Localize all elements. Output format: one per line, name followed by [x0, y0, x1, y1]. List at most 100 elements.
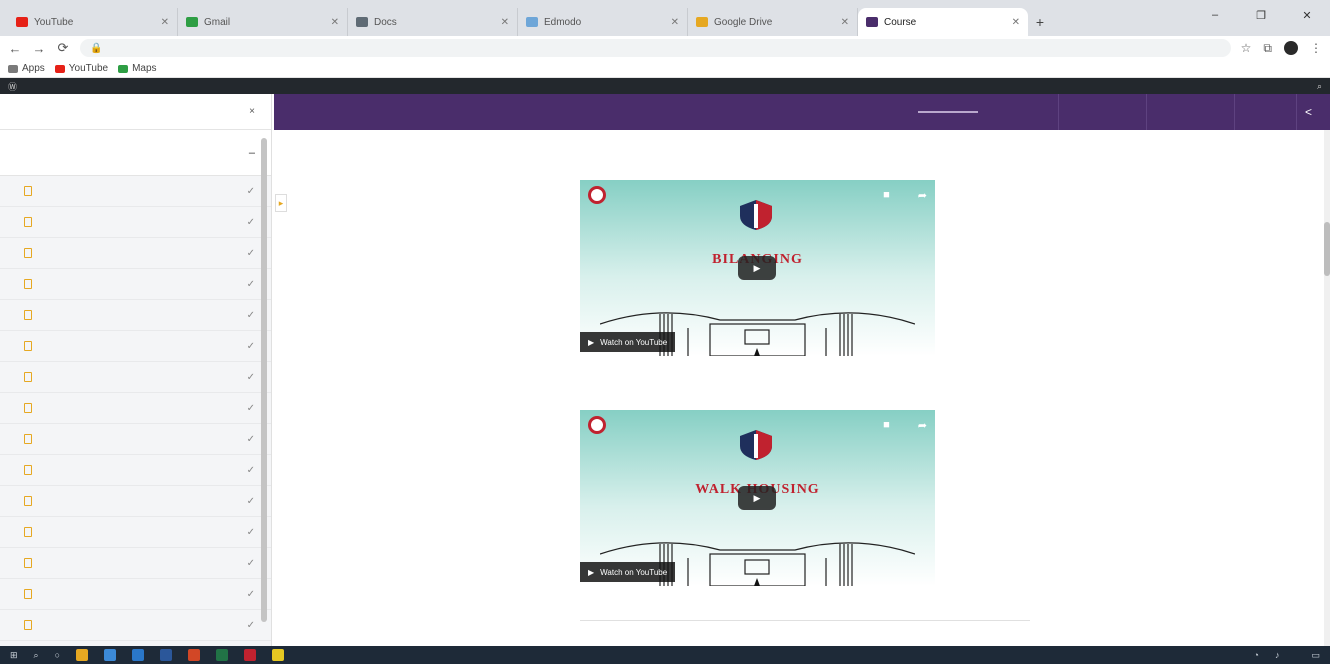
share-icon[interactable]: ➦ [918, 189, 927, 202]
text-line [580, 390, 1040, 404]
check-icon: ✓ [246, 340, 255, 352]
task-view-icon[interactable]: ○ [55, 650, 60, 660]
maps-icon [118, 64, 129, 73]
chrome-icon[interactable] [104, 649, 117, 661]
browser-tab[interactable]: Edmodo ✕ [518, 8, 688, 36]
url-input[interactable]: 🔒 [80, 39, 1231, 57]
browser-tab[interactable]: YouTube ✕ [8, 8, 178, 36]
star-icon[interactable]: ☆ [1241, 41, 1252, 56]
lesson-item[interactable]: ✓ [0, 362, 271, 393]
app-icon[interactable] [244, 649, 257, 661]
page-scrollbar[interactable] [1324, 130, 1330, 646]
lesson-item[interactable]: ✓ [0, 424, 271, 455]
forward-button[interactable]: → [32, 41, 46, 56]
close-icon[interactable]: ✕ [671, 17, 679, 28]
watch-on-youtube-button[interactable]: ▶ Watch on YouTube [580, 332, 676, 352]
channel-logo[interactable] [588, 416, 606, 434]
lesson-item[interactable]: ✓ [0, 238, 271, 269]
browser-tab[interactable]: Google Drive ✕ [688, 8, 858, 36]
video-actions: ■ ➦ [883, 189, 927, 202]
bookmark-item[interactable]: Apps [8, 63, 45, 74]
channel-logo[interactable] [588, 186, 606, 204]
close-window-button[interactable]: ✕ [1284, 0, 1330, 30]
sidebar-toggle-tab[interactable]: ▸ [275, 194, 287, 212]
watch-later-icon[interactable]: ■ [883, 189, 890, 202]
wordpress-icon[interactable]: Ⓦ [8, 80, 17, 93]
youtube-icon: ▶ [588, 567, 595, 577]
watch-later-icon[interactable]: ■ [883, 419, 890, 432]
lesson-item[interactable]: ✓ [0, 300, 271, 331]
youtube-icon [16, 17, 28, 27]
minimize-button[interactable]: – [1192, 0, 1238, 30]
scrollbar-thumb[interactable] [1324, 222, 1330, 276]
lesson-item[interactable]: ✓ [0, 579, 271, 610]
divider [1058, 94, 1059, 130]
text-line [580, 160, 1040, 174]
lesson-item[interactable]: ✓ [0, 486, 271, 517]
document-icon [24, 186, 32, 196]
play-button[interactable]: ▶ [738, 256, 776, 280]
windows-taskbar: ⊞ ⌕ ○ ◔ ♪ ▭ [0, 646, 1330, 664]
document-icon [24, 372, 32, 382]
document-icon [24, 279, 32, 289]
progress-bar [918, 111, 978, 113]
check-icon: ✓ [246, 464, 255, 476]
profile-avatar[interactable] [1284, 40, 1298, 55]
browser-tab[interactable]: Docs ✕ [348, 8, 518, 36]
powerpoint-icon[interactable] [188, 649, 201, 661]
bookmark-item[interactable]: YouTube [54, 63, 108, 74]
youtube-video-embed[interactable]: ■ ➦ BILANGING ▶ ▶Watch on YouTube [580, 180, 935, 356]
document-icon [24, 589, 32, 599]
sidebar-close-icon[interactable]: × [249, 106, 255, 117]
excel-icon[interactable] [216, 649, 229, 661]
back-button[interactable]: ← [8, 41, 22, 56]
close-icon[interactable]: ✕ [1012, 17, 1020, 28]
divider [1296, 94, 1297, 130]
maximize-button[interactable]: ❐ [1238, 0, 1284, 30]
app-icon[interactable] [272, 649, 285, 661]
close-icon[interactable]: ✕ [841, 17, 849, 28]
file-explorer-icon[interactable] [76, 649, 89, 661]
document-icon [24, 434, 32, 444]
browser-tab-active[interactable]: Course ✕ [858, 8, 1028, 36]
prev-lesson-icon[interactable]: < [1305, 105, 1312, 119]
document-icon [24, 403, 32, 413]
edge-icon[interactable] [132, 649, 145, 661]
youtube-video-embed[interactable]: ■ ➦ WALK HOUSING ▶ ▶ Watch on YouTube [580, 410, 935, 586]
menu-icon[interactable]: ⋮ [1310, 41, 1322, 56]
volume-icon[interactable]: ♪ [1275, 650, 1280, 660]
close-icon[interactable]: ✕ [161, 17, 169, 28]
close-icon[interactable]: ✕ [501, 17, 509, 28]
notifications-icon[interactable]: ▭ [1311, 650, 1320, 661]
network-icon[interactable]: ◔ [1254, 650, 1259, 660]
section-header[interactable]: – [0, 130, 271, 176]
lesson-item[interactable]: ✓ [0, 269, 271, 300]
search-icon[interactable]: ⌕ [1317, 81, 1322, 92]
lesson-item[interactable]: ✓ [0, 517, 271, 548]
search-icon[interactable]: ⌕ [34, 650, 39, 661]
course-top-bar: < [274, 94, 1330, 130]
document-icon [24, 217, 32, 227]
bookmark-item[interactable]: Maps [118, 63, 157, 74]
document-icon [24, 496, 32, 506]
section-toggle-icon[interactable]: – [249, 147, 255, 159]
sidebar-scrollbar[interactable] [261, 138, 267, 622]
watch-on-youtube-button[interactable]: ▶ Watch on YouTube [580, 562, 676, 582]
lesson-item[interactable]: ✓ [0, 176, 271, 207]
lesson-item[interactable]: ✓ [0, 548, 271, 579]
lesson-item[interactable]: ✓ [0, 455, 271, 486]
lesson-item[interactable]: ✓ [0, 393, 271, 424]
play-button[interactable]: ▶ [738, 486, 776, 510]
reload-button[interactable]: ⟳ [56, 40, 70, 56]
extensions-icon[interactable]: ⧉ [1263, 41, 1272, 56]
word-icon[interactable] [160, 649, 173, 661]
start-icon[interactable]: ⊞ [10, 650, 18, 661]
close-icon[interactable]: ✕ [331, 17, 339, 28]
new-tab-button[interactable]: + [1028, 8, 1052, 36]
lesson-item[interactable]: ✓ [0, 331, 271, 362]
check-icon: ✓ [246, 216, 255, 228]
lesson-item[interactable]: ✓ [0, 610, 271, 641]
browser-tab[interactable]: Gmail ✕ [178, 8, 348, 36]
share-icon[interactable]: ➦ [918, 419, 927, 432]
lesson-item[interactable]: ✓ [0, 207, 271, 238]
